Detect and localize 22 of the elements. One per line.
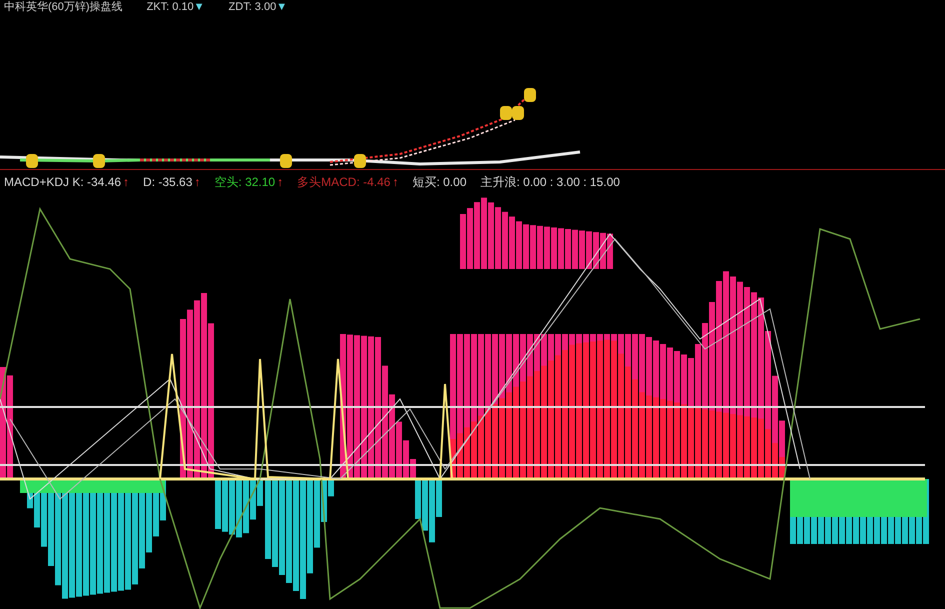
up-arrow-icon: ↑	[194, 176, 200, 188]
legend-value: D: -35.63	[143, 176, 192, 188]
indicator-readout: ZDT: 3.00	[228, 2, 276, 12]
up-arrow-icon: ↑	[392, 176, 398, 188]
signal-marker-icon	[280, 154, 292, 168]
indicator-readout: ZKT: 0.10	[146, 2, 194, 12]
up-arrow-icon: ↑	[123, 176, 130, 188]
legend-value: 空头: 32.10	[214, 176, 276, 188]
down-arrow-icon: ▼	[276, 2, 288, 12]
signal-marker-icon	[93, 154, 105, 168]
signal-marker-icon	[26, 154, 38, 168]
signal-marker-icon	[524, 88, 536, 102]
down-arrow-icon: ▼	[194, 2, 205, 12]
signal-marker-icon	[500, 106, 512, 120]
legend-value: 短买: 0.00	[412, 176, 466, 188]
legend-value: 多头MACD: -4.46	[297, 176, 390, 188]
signal-marker-icon	[354, 154, 366, 168]
up-arrow-icon: ↑	[277, 176, 284, 188]
chart-title: 中科英华(60万锌)操盘线	[4, 2, 123, 12]
legend-value: MACD+KDJ K: -34.46	[4, 176, 122, 188]
signal-marker-icon	[512, 106, 524, 120]
legend-value: 主升浪: 0.00 : 3.00 : 15.00	[480, 176, 620, 188]
